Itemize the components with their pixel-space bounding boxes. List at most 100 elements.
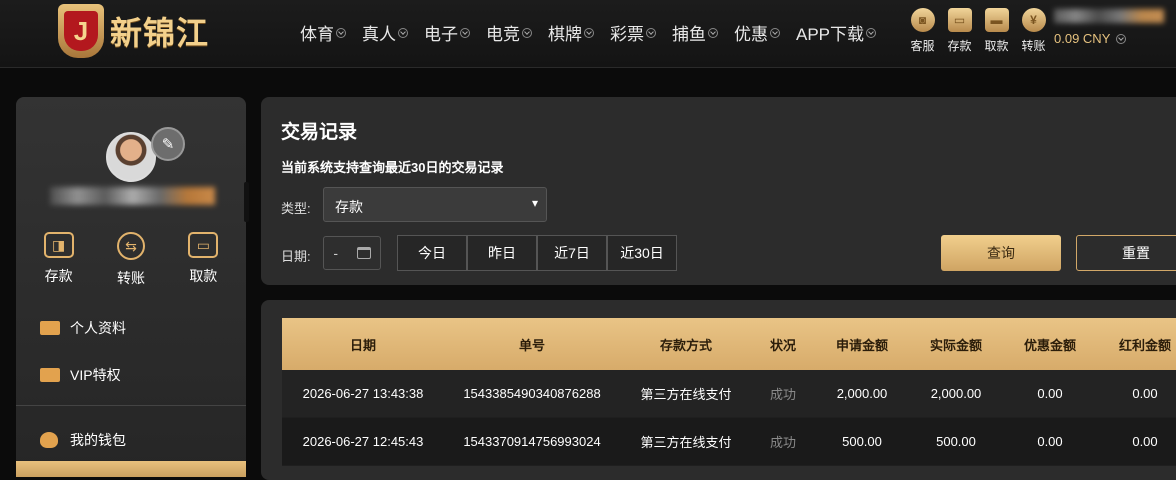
withdraw-label: 取款 bbox=[189, 268, 218, 284]
wallet-icon: ◨ bbox=[43, 232, 74, 258]
table-row[interactable]: 2026-06-27 12:45:43 1543370914756993024 … bbox=[282, 418, 1176, 466]
transfer-label: 转账 bbox=[116, 270, 145, 286]
main-nav: 体育 真人 电子 电竞 棋牌 彩票 捕鱼 优惠 APP下载 bbox=[300, 20, 892, 45]
nav-label: APP下载 bbox=[796, 25, 865, 44]
sidebar-item-label: 个人资料 bbox=[70, 320, 126, 336]
sidebar-item-vip[interactable]: VIP特权 bbox=[40, 365, 121, 385]
cell-requested-amount: 500.00 bbox=[842, 434, 882, 449]
nav-label: 优惠 bbox=[734, 25, 768, 44]
cell-actual-amount: 2,000.00 bbox=[930, 386, 982, 401]
query-button[interactable]: 查询 bbox=[941, 235, 1061, 271]
table-row[interactable]: 2026-06-27 13:43:38 1543385490340876288 … bbox=[282, 370, 1176, 418]
sidebar-item-label: 我的钱包 bbox=[70, 432, 126, 448]
nav-label: 电竞 bbox=[486, 25, 520, 44]
cell-date: 2026-06-27 12:45:43 bbox=[302, 434, 424, 449]
quick-date-buttons: 今日 昨日 近7日 近30日 bbox=[397, 235, 677, 271]
cell-requested-amount: 2,000.00 bbox=[836, 386, 888, 401]
column-header: 状况 bbox=[769, 337, 796, 353]
type-select[interactable]: 存款 bbox=[323, 187, 547, 222]
chevron-down-icon bbox=[398, 27, 408, 38]
date-label: 日期: bbox=[281, 249, 311, 264]
nav-item-app-download[interactable]: APP下载 bbox=[796, 20, 877, 45]
nav-item-promotions[interactable]: 优惠 bbox=[734, 20, 780, 45]
last-7-days-button[interactable]: 近7日 bbox=[537, 235, 607, 271]
nav-item-esports[interactable]: 电竞 bbox=[486, 20, 532, 45]
sidebar-item-profile[interactable]: 个人资料 bbox=[40, 318, 126, 338]
sidebar-item-active[interactable] bbox=[16, 461, 246, 477]
cell-promo-amount: 0.00 bbox=[1037, 386, 1063, 401]
date-range-input[interactable]: - bbox=[323, 236, 381, 270]
sidebar-item-label: VIP特权 bbox=[70, 367, 121, 383]
quick-label: 存款 bbox=[947, 39, 972, 53]
site-logo[interactable]: J 新锦江 bbox=[58, 4, 209, 58]
nav-label: 真人 bbox=[362, 25, 396, 44]
chevron-down-icon bbox=[522, 27, 532, 38]
top-bar: J 新锦江 体育 真人 电子 电竞 棋牌 彩票 捕鱼 优惠 APP下载 ◙ 客服 … bbox=[0, 0, 1176, 68]
cell-status: 成功 bbox=[769, 387, 796, 402]
nav-item-cards[interactable]: 棋牌 bbox=[548, 20, 594, 45]
column-header: 日期 bbox=[349, 337, 376, 353]
cell-date: 2026-06-27 13:43:38 bbox=[302, 386, 424, 401]
cell-status: 成功 bbox=[769, 435, 796, 450]
nav-item-fishing[interactable]: 捕鱼 bbox=[672, 20, 718, 45]
edit-avatar-button[interactable]: ✎ bbox=[151, 127, 185, 161]
yesterday-button[interactable]: 昨日 bbox=[467, 235, 537, 271]
nav-item-lottery[interactable]: 彩票 bbox=[610, 20, 656, 45]
nav-label: 彩票 bbox=[610, 25, 644, 44]
nav-item-slots[interactable]: 电子 bbox=[424, 20, 470, 45]
nav-label: 体育 bbox=[300, 25, 334, 44]
today-button[interactable]: 今日 bbox=[397, 235, 467, 271]
vip-card-icon bbox=[40, 368, 60, 382]
quick-transfer-button[interactable]: ¥ 转账 bbox=[1015, 8, 1052, 54]
column-header: 红利金额 bbox=[1118, 337, 1171, 353]
deposit-button[interactable]: ◨ 存款 bbox=[43, 232, 74, 288]
logo-text: 新锦江 bbox=[110, 15, 210, 51]
scrollbar[interactable] bbox=[244, 182, 249, 222]
account-info[interactable]: 0.09 CNY bbox=[1054, 9, 1164, 46]
balance-display: 0.09 CNY bbox=[1054, 31, 1164, 46]
table-header: 日期 单号 存款方式 状况 申请金额 实际金额 优惠金额 红利金额 bbox=[282, 318, 1176, 370]
deposit-label: 存款 bbox=[44, 268, 73, 284]
last-30-days-button[interactable]: 近30日 bbox=[607, 235, 677, 271]
nav-label: 棋牌 bbox=[548, 25, 582, 44]
page-title: 交易记录 bbox=[281, 122, 358, 143]
sidebar-item-wallet[interactable]: 我的钱包 bbox=[40, 430, 126, 450]
coin-icon: ¥ bbox=[1021, 8, 1046, 32]
nav-item-sports[interactable]: 体育 bbox=[300, 20, 346, 45]
sidebar-divider bbox=[16, 405, 246, 406]
profile-card-icon bbox=[40, 321, 60, 335]
quick-deposit-button[interactable]: ▭ 存款 bbox=[941, 8, 978, 54]
chevron-down-icon bbox=[646, 27, 656, 38]
logo-badge: J bbox=[58, 4, 104, 58]
cell-order-id: 1543370914756993024 bbox=[463, 434, 601, 449]
calendar-icon bbox=[356, 247, 371, 259]
table-body: 2026-06-27 13:43:38 1543385490340876288 … bbox=[282, 370, 1176, 466]
quick-withdraw-button[interactable]: ▬ 取款 bbox=[978, 8, 1015, 54]
quick-support-button[interactable]: ◙ 客服 bbox=[904, 8, 941, 54]
filter-panel: 交易记录 当前系统支持查询最近30日的交易记录 类型: 存款 日期: - 今日 … bbox=[261, 97, 1176, 285]
nav-label: 捕鱼 bbox=[672, 25, 706, 44]
quick-label: 取款 bbox=[984, 39, 1009, 53]
reset-button[interactable]: 重置 bbox=[1076, 235, 1176, 271]
chat-icon: ◙ bbox=[910, 8, 935, 32]
transfer-button[interactable]: ⇆ 转账 bbox=[116, 232, 145, 288]
briefcase-icon: ▬ bbox=[984, 8, 1009, 32]
username-blurred bbox=[50, 187, 215, 205]
column-header: 优惠金额 bbox=[1023, 337, 1076, 353]
card-icon: ▭ bbox=[188, 232, 219, 258]
chevron-down-icon bbox=[584, 27, 594, 38]
cell-bonus-amount: 0.00 bbox=[1132, 434, 1158, 449]
wallet-icon: ▭ bbox=[947, 8, 972, 32]
balance-value: 0.09 CNY bbox=[1054, 31, 1111, 46]
chevron-down-icon[interactable] bbox=[1116, 33, 1126, 44]
cell-promo-amount: 0.00 bbox=[1037, 434, 1063, 449]
wallet-actions: ◨ 存款 ⇆ 转账 ▭ 取款 bbox=[16, 232, 246, 288]
column-header: 申请金额 bbox=[835, 337, 888, 353]
logo-letter: J bbox=[64, 11, 98, 51]
edit-icon: ✎ bbox=[161, 136, 175, 153]
withdraw-button[interactable]: ▭ 取款 bbox=[188, 232, 219, 288]
date-value: - bbox=[333, 245, 338, 261]
records-panel: 日期 单号 存款方式 状况 申请金额 实际金额 优惠金额 红利金额 2026-0… bbox=[261, 300, 1176, 480]
nav-item-live[interactable]: 真人 bbox=[362, 20, 408, 45]
page-subtitle: 当前系统支持查询最近30日的交易记录 bbox=[281, 160, 504, 175]
